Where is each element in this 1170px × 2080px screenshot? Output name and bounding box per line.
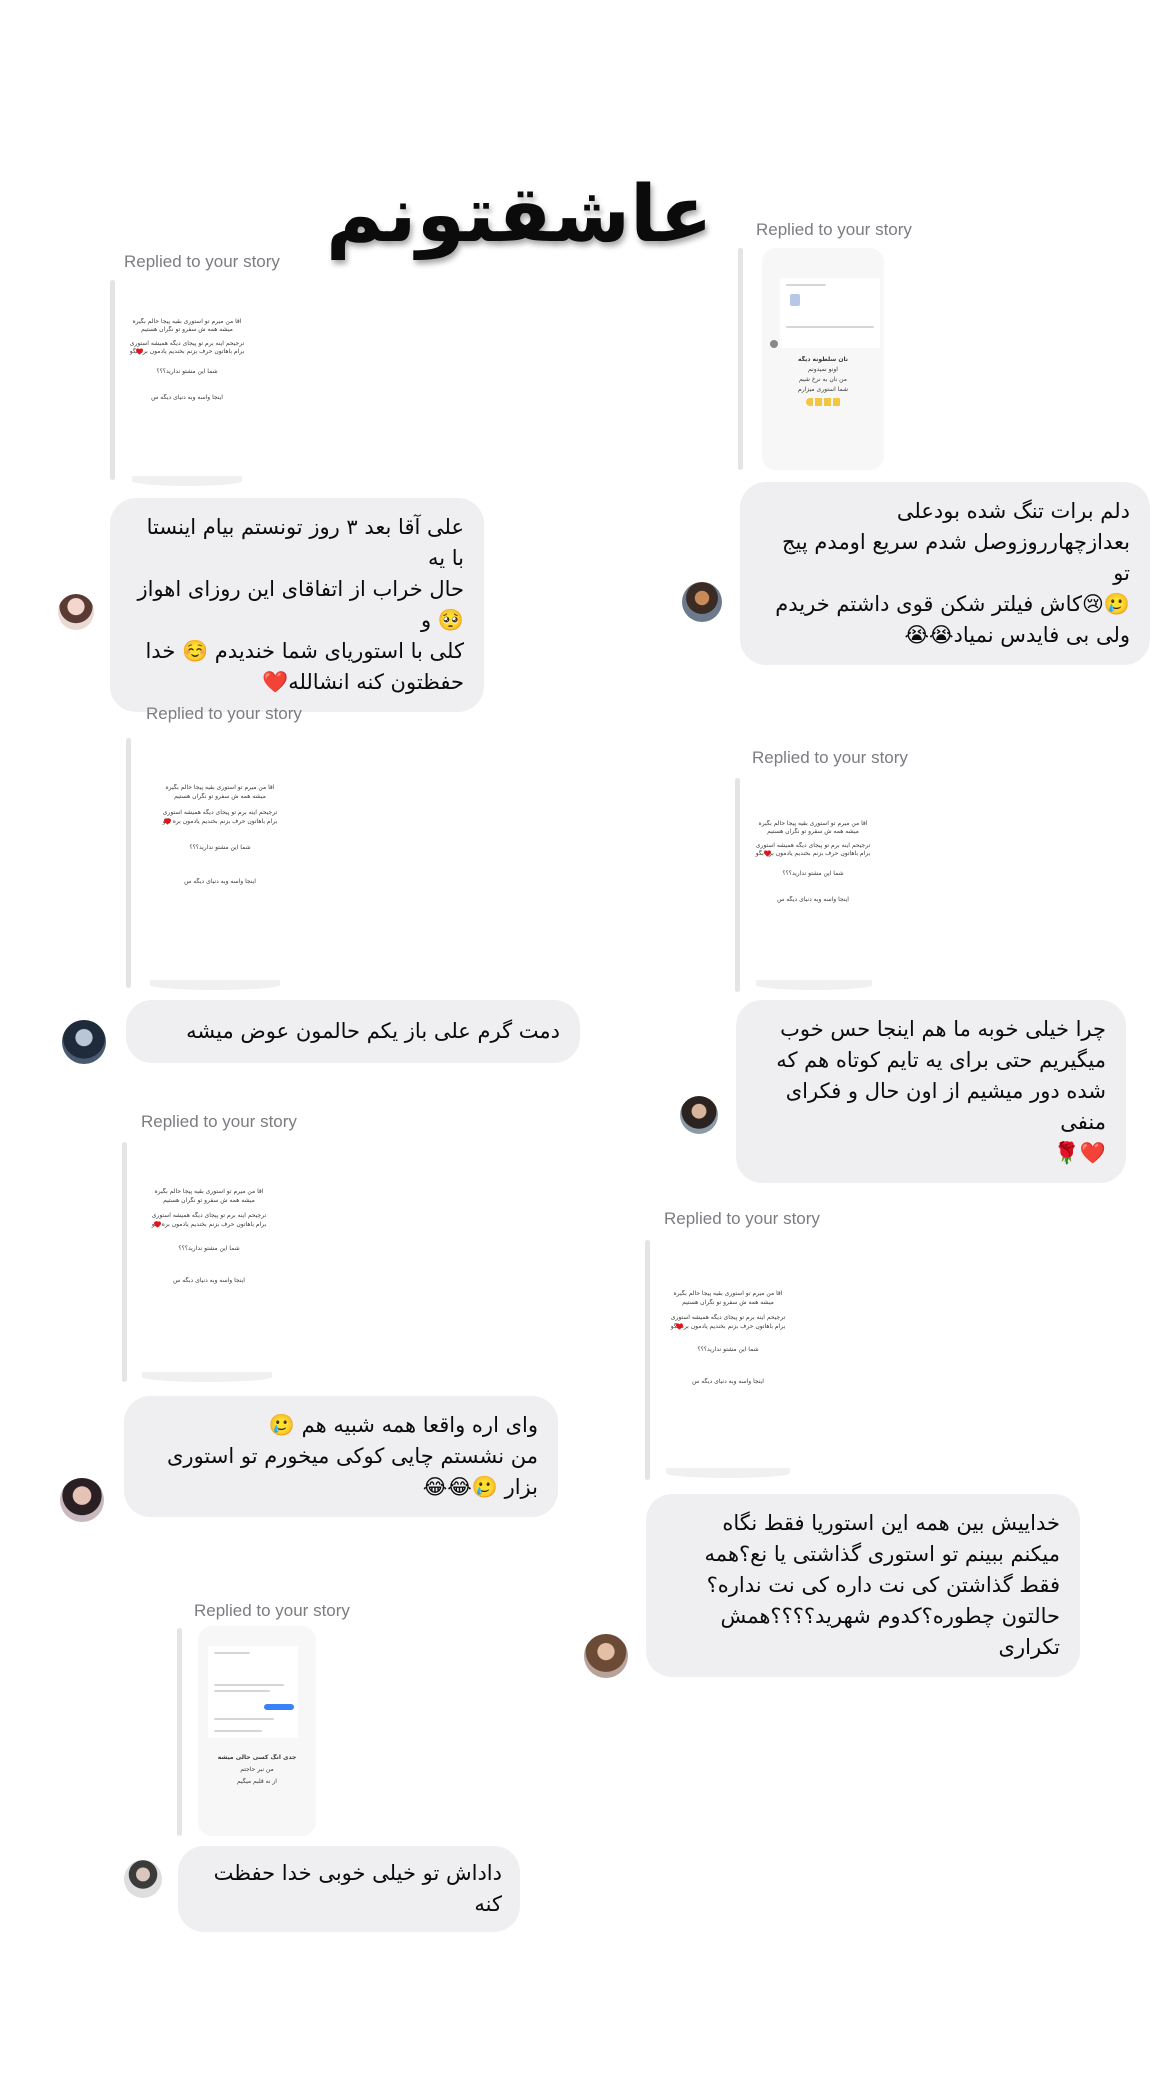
avatar[interactable]	[62, 1020, 106, 1064]
snippet-line: ترجیحم اینه برم تو پیجای دیگه همیشه استو…	[670, 1314, 786, 1321]
snippet-line: اینجا واسه وبه دنیای دیگه س	[692, 1378, 764, 1385]
replied-to-story-label: Replied to your story	[124, 252, 280, 271]
snippet-line: ترجیحم اینه برم تو پیجای دیگه همیشه استو…	[162, 809, 278, 816]
snippet-line: نان سلطونه دیگه	[797, 356, 849, 363]
story-reply-line	[126, 738, 131, 988]
message-bubble[interactable]: خداییش بین همه این استوریا فقط نگاه میکن…	[646, 1494, 1080, 1677]
snippet-line: اقا من میرم تو استوری بقیه پیجا حالم بگی…	[673, 1290, 783, 1297]
story-reply-line	[735, 778, 740, 992]
snippet-line: من نبر حاجتم	[240, 1766, 274, 1773]
snippet-line: اقا من میرم تو استوری بقیه پیجا حالم بگی…	[132, 318, 242, 325]
inner-line	[214, 1718, 274, 1720]
message-bubble[interactable]: چرا خیلی خوبه ما هم اینجا حس خوب میگیریم…	[736, 1000, 1126, 1183]
tiny-avatar	[770, 340, 778, 348]
story-thumbnail[interactable]: نان سلطونه دیگه اونو نمیدونم من نان به ن…	[762, 248, 884, 470]
snippet-line: شما این مشتو ندارید؟؟؟	[189, 844, 251, 851]
story-inner-screenshot	[208, 1646, 298, 1738]
thumbnail-shadow	[132, 476, 242, 486]
replied-to-story-label: Replied to your story	[664, 1209, 820, 1228]
thumbnail-shadow	[756, 980, 872, 990]
snippet-line: میشه همه ش سفرو تو نگران هستیم	[767, 828, 859, 835]
story-thumbnail[interactable]: اقا من میرم تو استوری بقیه پیجا حالم بگی…	[140, 744, 300, 984]
message-bubble[interactable]: وای اره واقعا همه شبیه هم 🥲 من نشستم چای…	[124, 1396, 558, 1517]
snippet-line: ترجیحم اینه برم تو پیجای دیگه همیشه استو…	[755, 842, 871, 849]
avatar[interactable]	[584, 1634, 628, 1678]
replied-to-story-label: Replied to your story	[146, 704, 302, 723]
message-bubble[interactable]: داداش تو خیلی خوبی خدا حفظت کنه	[178, 1846, 520, 1932]
story-reply-line	[110, 280, 115, 480]
snippet-line: اینجا واسه وبه دنیای دیگه س	[184, 878, 256, 885]
story-reply-line	[738, 248, 743, 470]
inner-line	[786, 284, 826, 286]
story-reply-line	[645, 1240, 650, 1480]
inner-line	[214, 1690, 270, 1692]
inner-line	[786, 326, 874, 328]
snippet-line: از نه قلبم میگیم	[237, 1778, 277, 1785]
snippet-line: شما این مشتو ندارید؟؟؟	[156, 368, 218, 375]
replied-to-story-label: Replied to your story	[756, 220, 912, 239]
emoji-row-icon	[806, 398, 842, 406]
snippet-line: شما این مشتو ندارید؟؟؟	[782, 870, 844, 877]
story-thumbnail[interactable]: اقا من میرم تو استوری بقیه پیجا حالم بگی…	[122, 290, 252, 480]
story-thumbnail[interactable]: اقا من میرم تو استوری بقیه پیجا حالم بگی…	[658, 1250, 798, 1474]
inner-line	[214, 1730, 262, 1732]
snippet-line: اقا من میرم تو استوری بقیه پیجا حالم بگی…	[758, 820, 868, 827]
snippet-line: اینجا واسه وبه دنیای دیگه س	[151, 394, 223, 401]
heart-icon	[136, 348, 143, 355]
replied-to-story-label: Replied to your story	[141, 1112, 297, 1131]
heart-icon	[164, 818, 171, 825]
avatar[interactable]	[680, 1096, 718, 1134]
snippet-line: شما استوری میزارم	[798, 386, 848, 393]
snippet-line: اینجا واسه وبه دنیای دیگه س	[173, 1277, 245, 1284]
inner-line	[214, 1652, 250, 1654]
inner-image-icon	[790, 294, 800, 306]
heart-icon	[764, 850, 771, 857]
message-bubble[interactable]: دلم برات تنگ شده بودعلی بعدازچهارروزوصل …	[740, 482, 1150, 665]
snippet-line: جدی انگ کسی حالی میشه	[217, 1754, 297, 1761]
page-title: عاشقتونم	[320, 160, 714, 270]
story-thumbnail[interactable]: جدی انگ کسی حالی میشه من نبر حاجتم از نه…	[198, 1626, 316, 1836]
message-bubble[interactable]: دمت گرم علی باز یکم حالمون عوض میشه	[126, 1000, 580, 1063]
snippet-line: میشه همه ش سفرو تو نگران هستیم	[163, 1197, 255, 1204]
snippet-line: ترجیحم اینه برم تو پیجای دیگه همیشه استو…	[129, 340, 245, 347]
snippet-line: شما این مشتو ندارید؟؟؟	[178, 1245, 240, 1252]
snippet-line: میشه همه ش سفرو تو نگران هستیم	[174, 793, 266, 800]
story-inner-screenshot	[780, 278, 880, 348]
snippet-line: اینجا واسه وبه دنیای دیگه س	[777, 896, 849, 903]
story-reply-line	[177, 1628, 182, 1836]
avatar[interactable]	[60, 1478, 104, 1522]
heart-icon	[676, 1323, 683, 1330]
snippet-line: من نان به نرخ شیم	[799, 376, 847, 383]
snippet-line: اقا من میرم تو استوری بقیه پیجا حالم بگی…	[165, 784, 275, 791]
story-thumbnail[interactable]: اقا من میرم تو استوری بقیه پیجا حالم بگی…	[134, 1150, 284, 1378]
message-bubble[interactable]: علی آقا بعد ۳ روز تونستم بیام اینستا با …	[110, 498, 484, 712]
snippet-line: اونو نمیدونم	[808, 366, 838, 373]
thumbnail-shadow	[150, 980, 280, 990]
snippet-line: میشه همه ش سفرو تو نگران هستیم	[682, 1299, 774, 1306]
snippet-line: اقا من میرم تو استوری بقیه پیجا حالم بگی…	[154, 1188, 264, 1195]
inner-line	[214, 1684, 284, 1686]
snippet-line: شما این مشتو ندارید؟؟؟	[697, 1346, 759, 1353]
avatar[interactable]	[124, 1860, 162, 1898]
inner-sent-pill	[264, 1704, 294, 1710]
story-thumbnail[interactable]: اقا من میرم تو استوری بقیه پیجا حالم بگی…	[748, 790, 878, 986]
title-text: عاشقتونم	[326, 170, 714, 260]
heart-icon	[154, 1221, 161, 1228]
thumbnail-shadow	[142, 1372, 272, 1382]
avatar[interactable]	[682, 582, 722, 622]
avatar[interactable]	[58, 594, 94, 630]
replied-to-story-label: Replied to your story	[194, 1601, 350, 1620]
snippet-line: میشه همه ش سفرو تو نگران هستیم	[141, 326, 233, 333]
story-reply-line	[122, 1142, 127, 1382]
replied-to-story-label: Replied to your story	[752, 748, 908, 767]
thumbnail-shadow	[666, 1468, 790, 1478]
snippet-line: ترجیحم اینه برم تو پیجای دیگه همیشه استو…	[151, 1212, 267, 1219]
